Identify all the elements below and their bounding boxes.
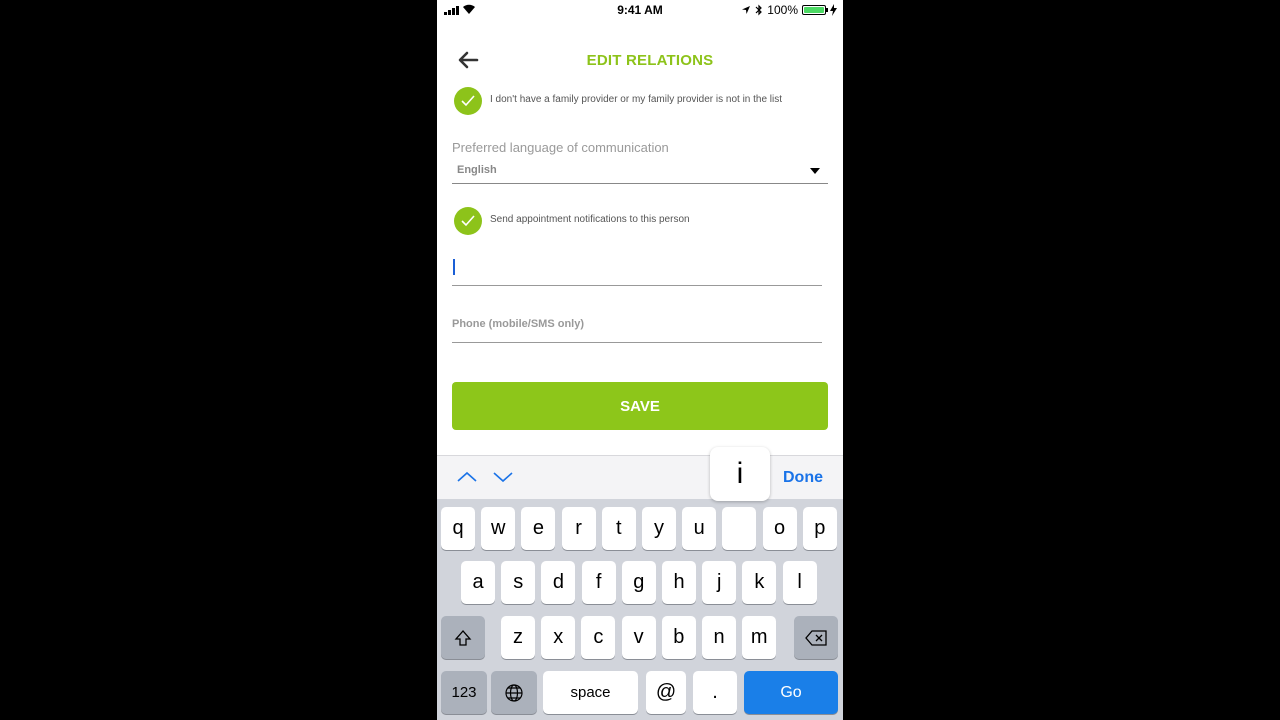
key-l[interactable]: l bbox=[782, 561, 817, 604]
checkmark-icon bbox=[461, 215, 475, 227]
key-q[interactable]: q bbox=[441, 507, 475, 550]
key-i[interactable] bbox=[722, 507, 757, 550]
phone-input[interactable] bbox=[452, 318, 822, 330]
family-provider-checkbox[interactable] bbox=[454, 87, 482, 115]
phone-field[interactable] bbox=[452, 314, 822, 343]
numbers-key[interactable]: 123 bbox=[441, 671, 487, 714]
key-a[interactable]: a bbox=[461, 561, 495, 604]
key-c[interactable]: c bbox=[581, 616, 616, 659]
previous-field-icon[interactable] bbox=[456, 468, 478, 486]
key-x[interactable]: x bbox=[541, 616, 576, 659]
backspace-icon bbox=[805, 629, 827, 646]
space-key[interactable]: space bbox=[543, 671, 638, 714]
language-label: Preferred language of communication bbox=[452, 140, 669, 155]
location-icon bbox=[742, 6, 751, 14]
globe-key[interactable] bbox=[491, 671, 537, 714]
key-d[interactable]: d bbox=[541, 561, 576, 604]
key-j[interactable]: j bbox=[702, 561, 737, 604]
shift-icon bbox=[454, 629, 472, 646]
at-key[interactable]: @ bbox=[646, 671, 686, 714]
key-h[interactable]: h bbox=[662, 561, 696, 604]
key-preview-popup: i bbox=[710, 447, 770, 501]
key-k[interactable]: k bbox=[742, 561, 777, 604]
done-button[interactable]: Done bbox=[783, 469, 823, 487]
key-b[interactable]: b bbox=[661, 616, 696, 659]
shift-key[interactable] bbox=[441, 616, 485, 659]
dropdown-caret-icon bbox=[810, 168, 820, 174]
text-cursor bbox=[453, 259, 455, 275]
key-m[interactable]: m bbox=[742, 616, 777, 659]
phone-screen: 9:41 AM 100% EDIT RELATIONS I don't have… bbox=[437, 0, 843, 720]
key-v[interactable]: v bbox=[621, 616, 656, 659]
name-field[interactable] bbox=[452, 252, 822, 286]
keyboard-accessory-bar: Done bbox=[437, 455, 843, 500]
globe-icon bbox=[505, 683, 523, 702]
battery-percent: 100% bbox=[767, 3, 798, 17]
go-key[interactable]: Go bbox=[744, 671, 838, 714]
key-w[interactable]: w bbox=[481, 507, 516, 550]
key-r[interactable]: r bbox=[561, 507, 596, 550]
notifications-checkbox[interactable] bbox=[454, 207, 482, 235]
key-z[interactable]: z bbox=[501, 616, 535, 659]
key-o[interactable]: o bbox=[762, 507, 797, 550]
language-value: English bbox=[457, 164, 497, 176]
key-p[interactable]: p bbox=[802, 507, 837, 550]
checkmark-icon bbox=[461, 95, 475, 107]
key-f[interactable]: f bbox=[581, 561, 616, 604]
key-t[interactable]: t bbox=[601, 507, 636, 550]
key-n[interactable]: n bbox=[702, 616, 736, 659]
page-title: EDIT RELATIONS bbox=[586, 52, 714, 69]
delete-key[interactable] bbox=[794, 616, 838, 659]
family-provider-label: I don't have a family provider or my fam… bbox=[490, 94, 783, 105]
key-u[interactable]: u bbox=[682, 507, 717, 550]
next-field-icon[interactable] bbox=[492, 468, 514, 486]
charging-icon bbox=[830, 4, 837, 16]
key-s[interactable]: s bbox=[501, 561, 536, 604]
name-input[interactable] bbox=[452, 262, 822, 274]
bluetooth-icon bbox=[755, 4, 763, 16]
status-bar: 9:41 AM 100% bbox=[437, 0, 843, 20]
save-button[interactable]: SAVE bbox=[452, 382, 828, 430]
notifications-label: Send appointment notifications to this p… bbox=[490, 214, 690, 225]
key-g[interactable]: g bbox=[621, 561, 656, 604]
battery-icon bbox=[802, 5, 828, 15]
key-y[interactable]: y bbox=[642, 507, 676, 550]
dot-key[interactable]: . bbox=[693, 671, 737, 714]
language-select[interactable]: English bbox=[452, 160, 828, 184]
battery-fill bbox=[804, 7, 824, 13]
key-e[interactable]: e bbox=[521, 507, 556, 550]
